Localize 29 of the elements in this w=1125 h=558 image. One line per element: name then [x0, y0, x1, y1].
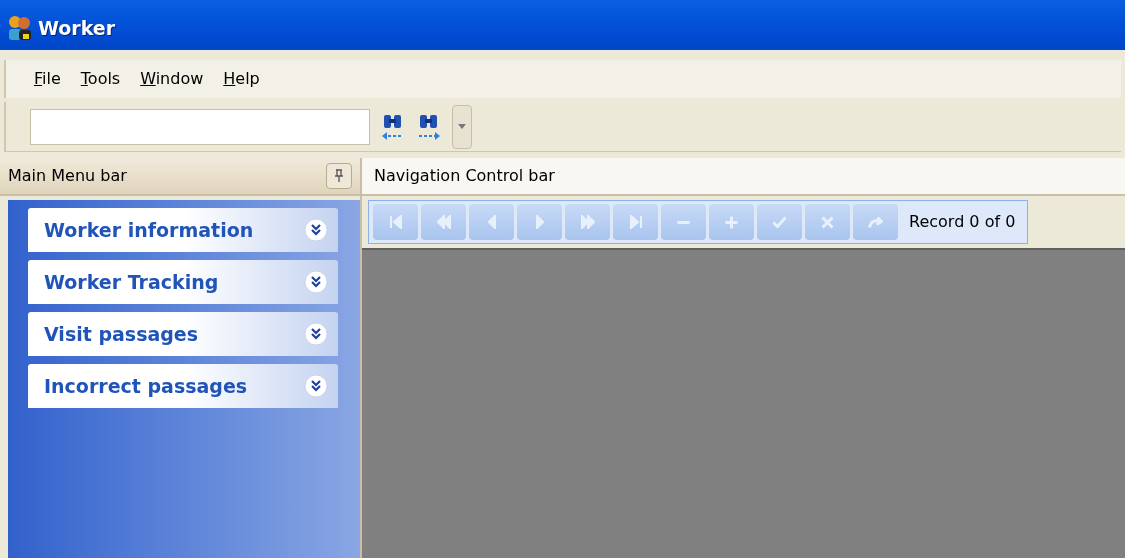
group-header[interactable]: Incorrect passages	[28, 364, 338, 408]
panel-title: Navigation Control bar	[374, 165, 555, 187]
redo-arrow-icon	[868, 215, 883, 229]
plus-icon	[724, 214, 739, 230]
toolbar-overflow-button[interactable]	[452, 104, 472, 149]
group-header[interactable]: Visit passages	[28, 312, 338, 356]
group-header[interactable]: Worker information	[28, 208, 338, 252]
rewind-icon	[436, 215, 451, 229]
search-field[interactable]	[30, 108, 370, 145]
menu-item[interactable]: Window	[140, 67, 204, 91]
previous-icon	[487, 215, 496, 229]
record-counter: Record 0 of 0	[908, 211, 1017, 233]
menu-item[interactable]: Help	[223, 67, 260, 91]
workers-icon	[6, 14, 34, 42]
minus-icon	[676, 220, 691, 224]
panel-title: Main Menu bar	[8, 165, 127, 187]
last-record-icon	[629, 215, 642, 229]
checkmark-icon	[772, 216, 787, 228]
pin-icon	[334, 169, 344, 183]
fast-forward-icon	[580, 215, 595, 229]
next-icon	[535, 215, 544, 229]
window-title: Worker	[38, 15, 116, 41]
group-header[interactable]: Worker Tracking	[28, 260, 338, 304]
pin-button[interactable]	[326, 163, 352, 189]
first-record-icon	[389, 215, 402, 229]
menu-item[interactable]: Tools	[80, 67, 121, 91]
cross-icon	[821, 215, 834, 229]
caret-icon	[458, 124, 466, 129]
menu-item[interactable]: File	[34, 67, 61, 91]
